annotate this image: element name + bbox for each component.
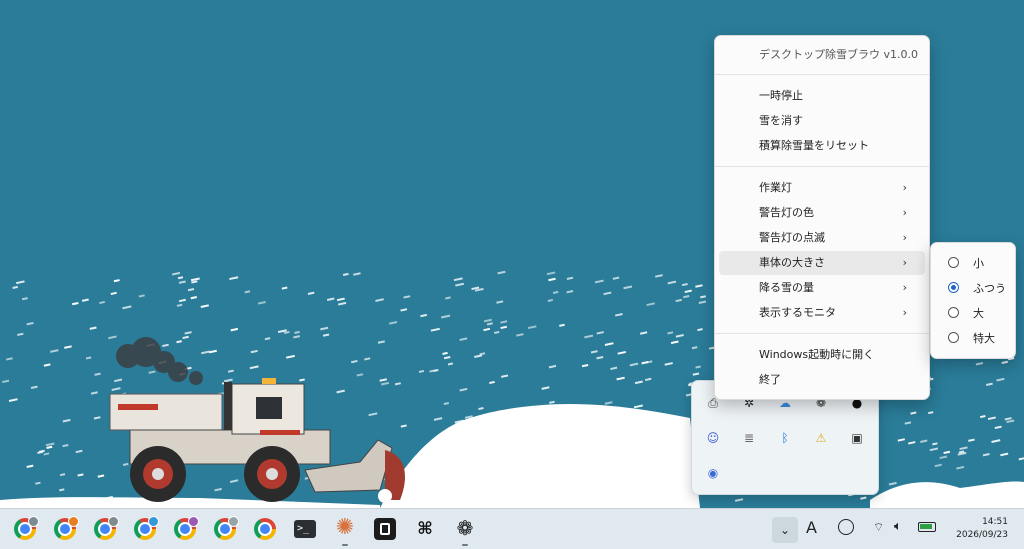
menu-title: デスクトップ除雪ブラウ v1.0.0 (759, 48, 918, 61)
chevron-right-icon: › (902, 281, 907, 294)
option-label: 大 (973, 307, 984, 320)
shield-warning-icon[interactable]: ⚠ (811, 428, 831, 448)
radio-button-selected[interactable] (948, 282, 959, 293)
size-option-small[interactable]: 小 (931, 252, 1015, 276)
terminal-icon[interactable]: >_ (291, 515, 319, 543)
menu-item-display-monitor[interactable]: 表示するモニタ › (719, 301, 925, 325)
radio-button[interactable] (948, 307, 959, 318)
size-option-extra-large[interactable]: 特大 (931, 327, 1015, 351)
menu-item-work-light[interactable]: 作業灯 › (719, 176, 925, 200)
window-icon[interactable] (371, 515, 399, 543)
capcut-icon[interactable]: ⌘ (411, 515, 439, 543)
radio-button[interactable] (948, 257, 959, 268)
menu-item-reset-total[interactable]: 積算除雪量をリセット (719, 134, 925, 158)
chevron-right-icon: › (902, 206, 907, 219)
chrome-icon[interactable] (91, 515, 119, 543)
option-label: 特大 (973, 332, 995, 345)
chevron-right-icon: › (902, 256, 907, 269)
chrome-icon[interactable] (171, 515, 199, 543)
menu-item-vehicle-size[interactable]: 車体の大きさ › (719, 251, 925, 275)
remote-icon[interactable]: ◉ (703, 463, 723, 483)
chrome-icon[interactable] (251, 515, 279, 543)
menu-item-clear-snow[interactable]: 雪を消す (719, 109, 925, 133)
menu-item-label: 車体の大きさ (759, 256, 825, 269)
menu-item-label: 表示するモニタ (759, 306, 836, 319)
context-menu: デスクトップ除雪ブラウ v1.0.0 一時停止 雪を消す 積算除雪量をリセット … (714, 35, 930, 400)
drive-icon[interactable]: ▣ (847, 428, 867, 448)
chrome-icon[interactable] (131, 515, 159, 543)
bluetooth-icon[interactable]: ᛒ (775, 428, 795, 448)
chevron-right-icon: › (902, 181, 907, 194)
menu-item-label: 降る雪の量 (759, 281, 814, 294)
size-option-large[interactable]: 大 (931, 302, 1015, 326)
menu-item-label: 警告灯の色 (759, 206, 814, 219)
stack-icon[interactable]: ≣ (739, 428, 759, 448)
chevron-right-icon: › (902, 306, 907, 319)
claude-icon[interactable]: ✺ (331, 515, 359, 546)
chevron-up-icon: ⌄ (779, 523, 791, 537)
battery-icon[interactable] (918, 522, 936, 532)
volume-icon[interactable]: 🔈︎ (894, 519, 902, 534)
taskbar: >_ ✺ ⌘ ❁ ⌄ A ⌔ 🔈︎ 14:51 2026/09/23 (0, 508, 1024, 549)
menu-item-label: 警告灯の点滅 (759, 231, 825, 244)
radio-button[interactable] (948, 332, 959, 343)
chatgpt-icon[interactable]: ❁ (451, 515, 479, 546)
menu-item-label: 作業灯 (759, 181, 792, 194)
size-option-normal[interactable]: ふつう (931, 277, 1015, 301)
ime-indicator[interactable]: A (806, 518, 817, 537)
menu-separator (715, 74, 929, 75)
people-icon[interactable]: ☺ (703, 428, 723, 448)
menu-item-pause[interactable]: 一時停止 (719, 84, 925, 108)
chrome-icon[interactable] (11, 515, 39, 543)
chrome-icon[interactable] (211, 515, 239, 543)
wifi-icon[interactable]: ⌔ (873, 520, 884, 535)
menu-separator (715, 333, 929, 334)
menu-item-warning-light-blink[interactable]: 警告灯の点滅 › (719, 226, 925, 250)
menu-item-launch-at-startup[interactable]: Windows起動時に開く (719, 343, 925, 367)
option-label: ふつう (973, 282, 1006, 295)
menu-item-snowfall-amount[interactable]: 降る雪の量 › (719, 276, 925, 300)
show-hidden-icons-button[interactable]: ⌄ (772, 517, 798, 543)
clock-date[interactable]: 2026/09/23 (946, 530, 1008, 540)
menu-item-warning-light-color[interactable]: 警告灯の色 › (719, 201, 925, 225)
vehicle-size-submenu: 小 ふつう 大 特大 (930, 242, 1016, 359)
menu-separator (715, 166, 929, 167)
clock-app-icon[interactable] (838, 519, 854, 535)
option-label: 小 (973, 257, 984, 270)
chrome-icon[interactable] (51, 515, 79, 543)
menu-item-exit[interactable]: 終了 (719, 368, 925, 392)
clock-time[interactable]: 14:51 (950, 517, 1008, 527)
chevron-right-icon: › (902, 231, 907, 244)
